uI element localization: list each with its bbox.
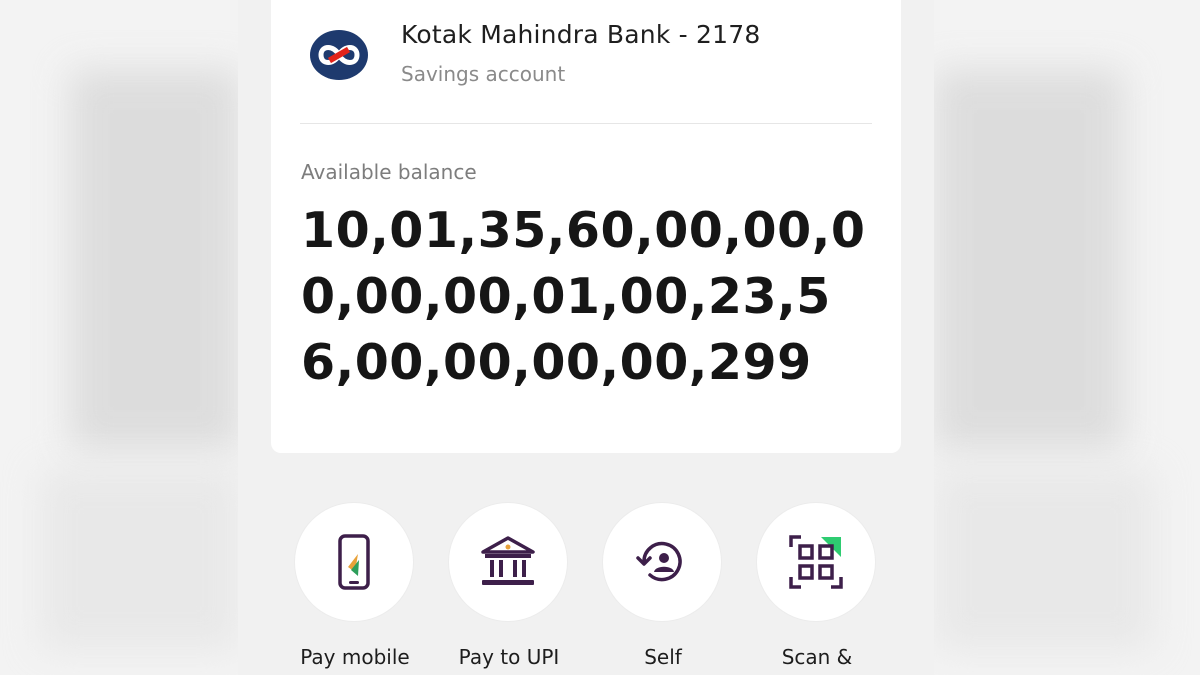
self-transfer-icon (636, 541, 682, 582)
blurred-background-right (934, 0, 1200, 675)
mobile-phone-icon (338, 534, 370, 590)
blurred-background-left (0, 0, 238, 675)
bank-icon (481, 536, 535, 585)
qr-scan-icon (789, 535, 843, 589)
bank-account-name: Kotak Mahindra Bank - 2178 (401, 20, 761, 49)
kotak-logo-icon (310, 30, 368, 80)
quick-actions: Pay mobile Pay to UPI Self Scan & (238, 500, 934, 675)
scan-pay-label: Scan & (781, 645, 853, 669)
pay-mobile-label: Pay mobile (300, 645, 410, 669)
balance-amount: 10,01,35,60,00,00,00,00,00,01,00,23,56,0… (301, 202, 866, 391)
pay-to-upi-label: Pay to UPI (458, 645, 560, 669)
account-type: Savings account (401, 62, 566, 86)
phone-screen: Kotak Mahindra Bank - 2178 Savings accou… (238, 0, 934, 675)
account-card: Kotak Mahindra Bank - 2178 Savings accou… (271, 0, 901, 453)
divider (300, 123, 872, 124)
self-transfer-label: Self (644, 645, 682, 669)
balance-label: Available balance (301, 160, 477, 184)
